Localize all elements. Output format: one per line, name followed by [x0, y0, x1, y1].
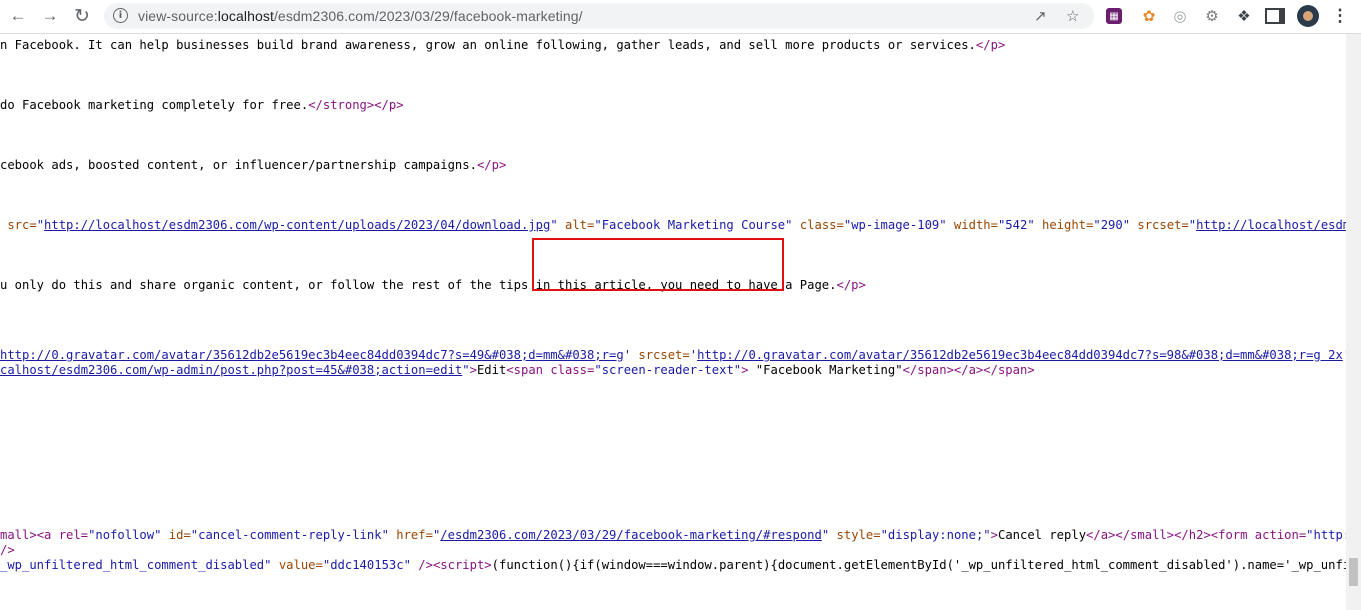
- side-panel-icon[interactable]: [1265, 6, 1285, 26]
- browser-toolbar: ← → ↻ i view-source:localhost/esdm2306.c…: [0, 0, 1361, 34]
- source-line-edit: calhost/esdm2306.com/wp-admin/post.php?p…: [0, 363, 1035, 377]
- source-line-2: do Facebook marketing completely for fre…: [0, 98, 404, 112]
- img-src-link[interactable]: http://localhost/esdm2306.com/wp-content…: [44, 218, 550, 232]
- source-line-close: />: [0, 543, 15, 557]
- forward-icon[interactable]: →: [37, 4, 63, 28]
- highlight-box: [532, 238, 784, 291]
- alt-value: "Facebook Marketing Course": [594, 218, 793, 232]
- source-line-img: src="http://localhost/esdm2306.com/wp-co…: [0, 218, 1346, 232]
- profile-avatar[interactable]: [1297, 5, 1319, 27]
- address-bar[interactable]: i view-source:localhost/esdm2306.com/202…: [104, 3, 1094, 29]
- reload-icon[interactable]: ↻: [69, 4, 95, 28]
- extension-globe-icon[interactable]: ◎: [1170, 6, 1190, 26]
- img-srcset-link[interactable]: http://localhost/esdm2306.c: [1196, 218, 1346, 232]
- bookmark-star-icon[interactable]: ☆: [1066, 7, 1079, 25]
- url-text[interactable]: view-source:localhost/esdm2306.com/2023/…: [138, 8, 583, 24]
- back-icon[interactable]: ←: [5, 4, 31, 28]
- vertical-scrollbar[interactable]: [1346, 34, 1361, 610]
- scrollbar-thumb[interactable]: [1349, 558, 1358, 586]
- source-line-script: _wp_unfiltered_html_comment_disabled" va…: [0, 558, 1346, 572]
- page-source-view: n Facebook. It can help businesses build…: [0, 34, 1346, 610]
- site-info-icon[interactable]: i: [113, 8, 128, 23]
- extension-settings-icon[interactable]: ⚙: [1202, 6, 1222, 26]
- gravatar-srcset-link[interactable]: http://0.gravatar.com/avatar/35612db2e56…: [697, 348, 1343, 362]
- menu-kebab-icon[interactable]: ⋮: [1330, 6, 1350, 26]
- extension-analytics-icon[interactable]: ▦: [1106, 8, 1122, 24]
- source-line-gravatar: http://0.gravatar.com/avatar/35612db2e56…: [0, 348, 1346, 362]
- extension-gear-orange-icon[interactable]: ✿: [1139, 6, 1159, 26]
- source-line-cancel-reply: mall><a rel="nofollow" id="cancel-commen…: [0, 528, 1346, 542]
- gravatar-link[interactable]: http://0.gravatar.com/avatar/35612db2e56…: [0, 348, 624, 362]
- respond-link[interactable]: /esdm2306.com/2023/03/29/facebook-market…: [440, 528, 822, 542]
- source-line-1: n Facebook. It can help businesses build…: [0, 38, 1006, 52]
- source-line-3: cebook ads, boosted content, or influenc…: [0, 158, 507, 172]
- share-icon[interactable]: ↗: [1034, 7, 1047, 25]
- extensions-puzzle-icon[interactable]: ❖: [1234, 6, 1254, 26]
- edit-post-link[interactable]: calhost/esdm2306.com/wp-admin/post.php?p…: [0, 363, 462, 377]
